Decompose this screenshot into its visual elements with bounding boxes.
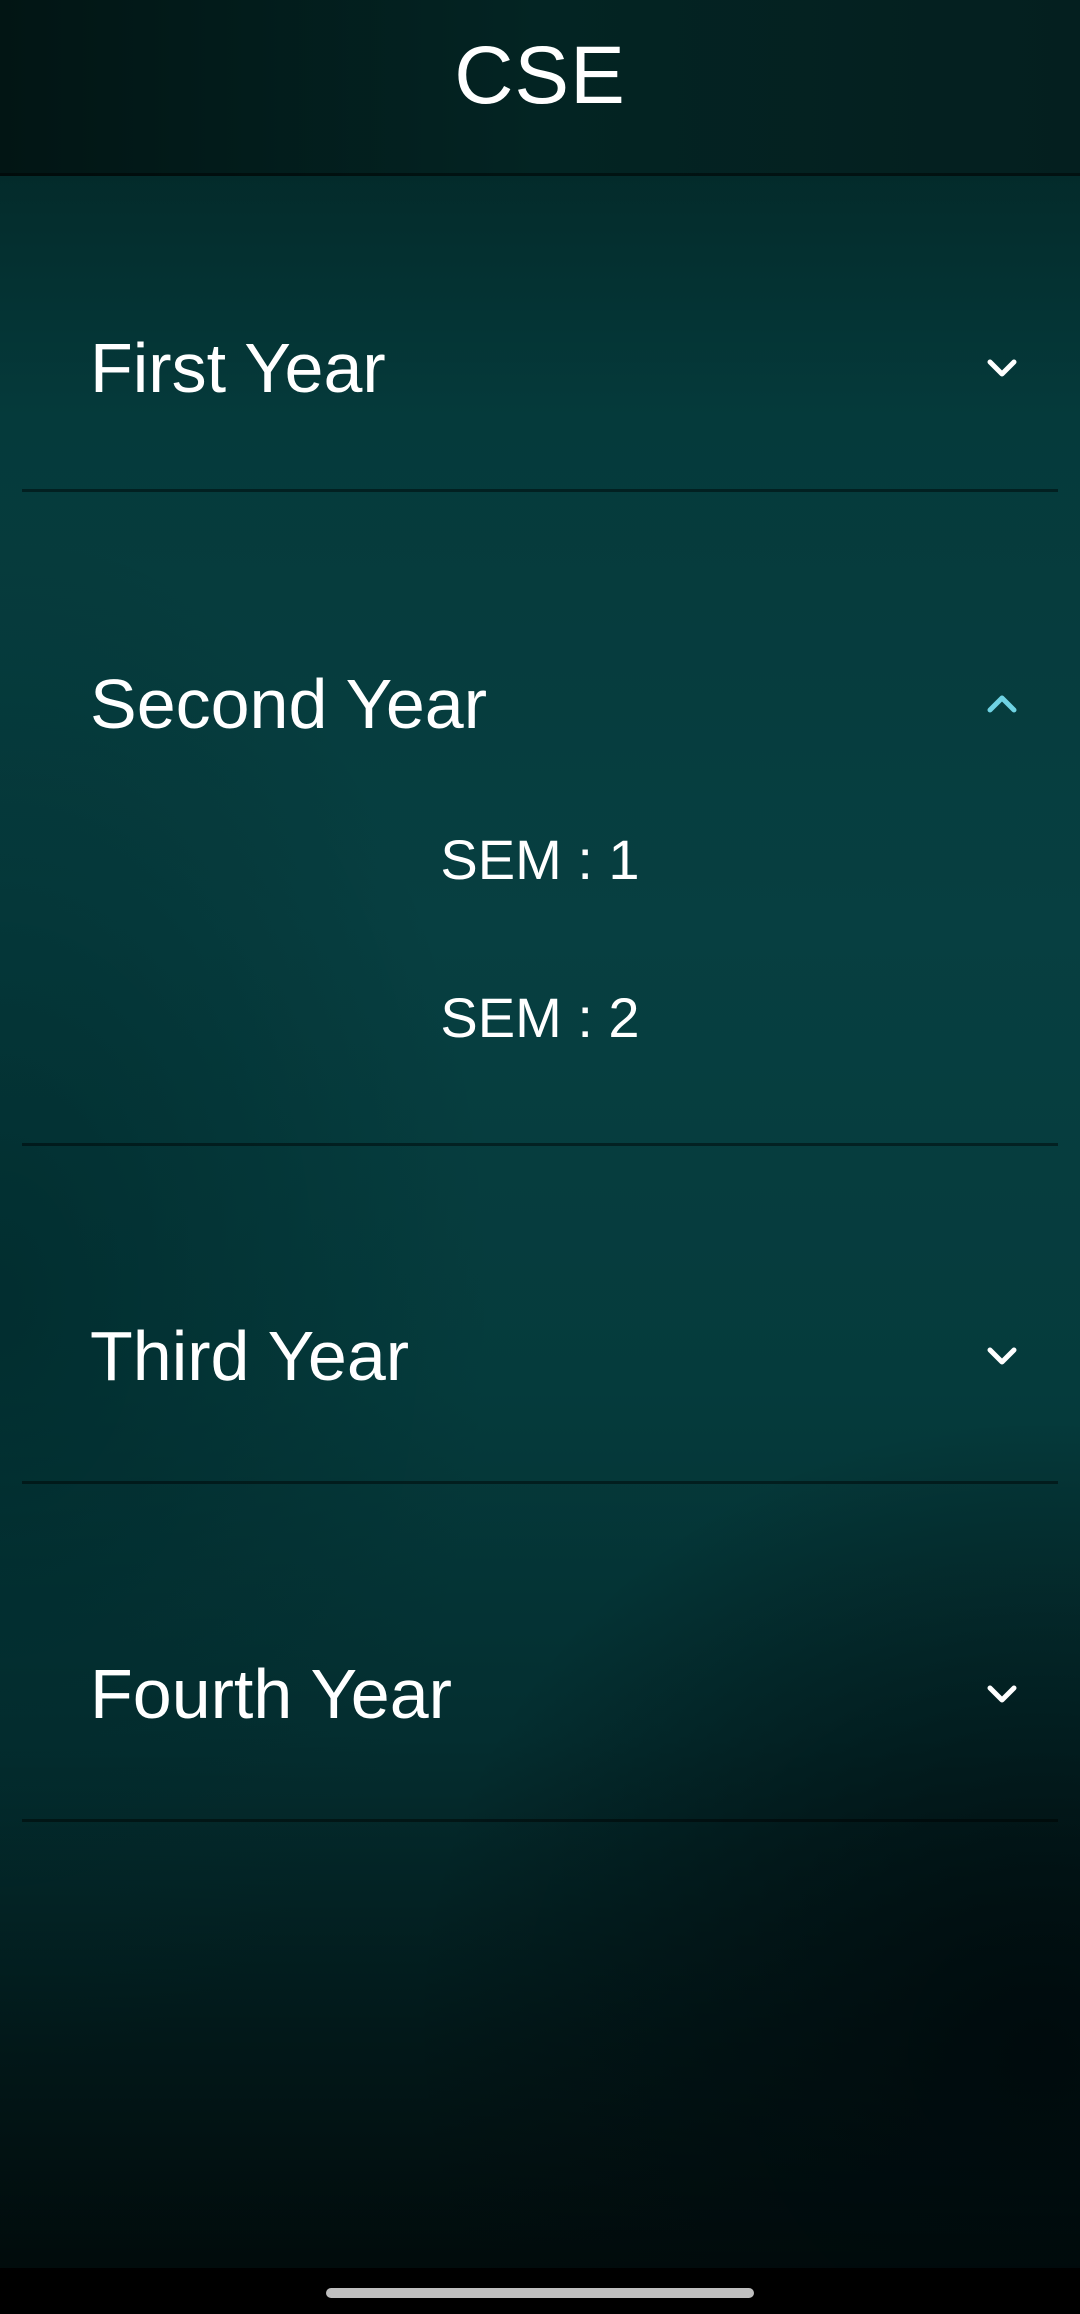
chevron-up-icon [982,684,1022,724]
panel-third-year: Third Year [22,1146,1058,1484]
panel-fourth-year: Fourth Year [22,1484,1058,1822]
panel-title: Fourth Year [90,1655,452,1733]
semester-item-1[interactable]: SEM : 1 [0,820,1080,900]
panel-title: Second Year [90,665,488,743]
home-gesture-handle[interactable] [326,2288,754,2298]
chevron-down-icon [982,1674,1022,1714]
chevron-down-icon [982,1336,1022,1376]
panel-header-second-year[interactable]: Second Year [22,644,1058,764]
app-bar: CSE [0,0,1080,176]
chevron-down-icon [982,348,1022,388]
panel-title: First Year [90,329,386,407]
panel-second-year: Second Year SEM : 1 SEM : 2 [22,492,1058,1146]
panel-header-third-year[interactable]: Third Year [22,1296,1058,1416]
panel-title: Third Year [90,1317,410,1395]
semester-item-2[interactable]: SEM : 2 [0,978,1080,1058]
system-navigation-bar [0,2268,1080,2314]
panel-header-fourth-year[interactable]: Fourth Year [22,1634,1058,1754]
app-title: CSE [454,30,626,121]
screen: CSE First Year Second Year SEM : 1 SEM :… [0,0,1080,2314]
panel-first-year: First Year [22,180,1058,492]
panel-header-first-year[interactable]: First Year [22,308,1058,428]
